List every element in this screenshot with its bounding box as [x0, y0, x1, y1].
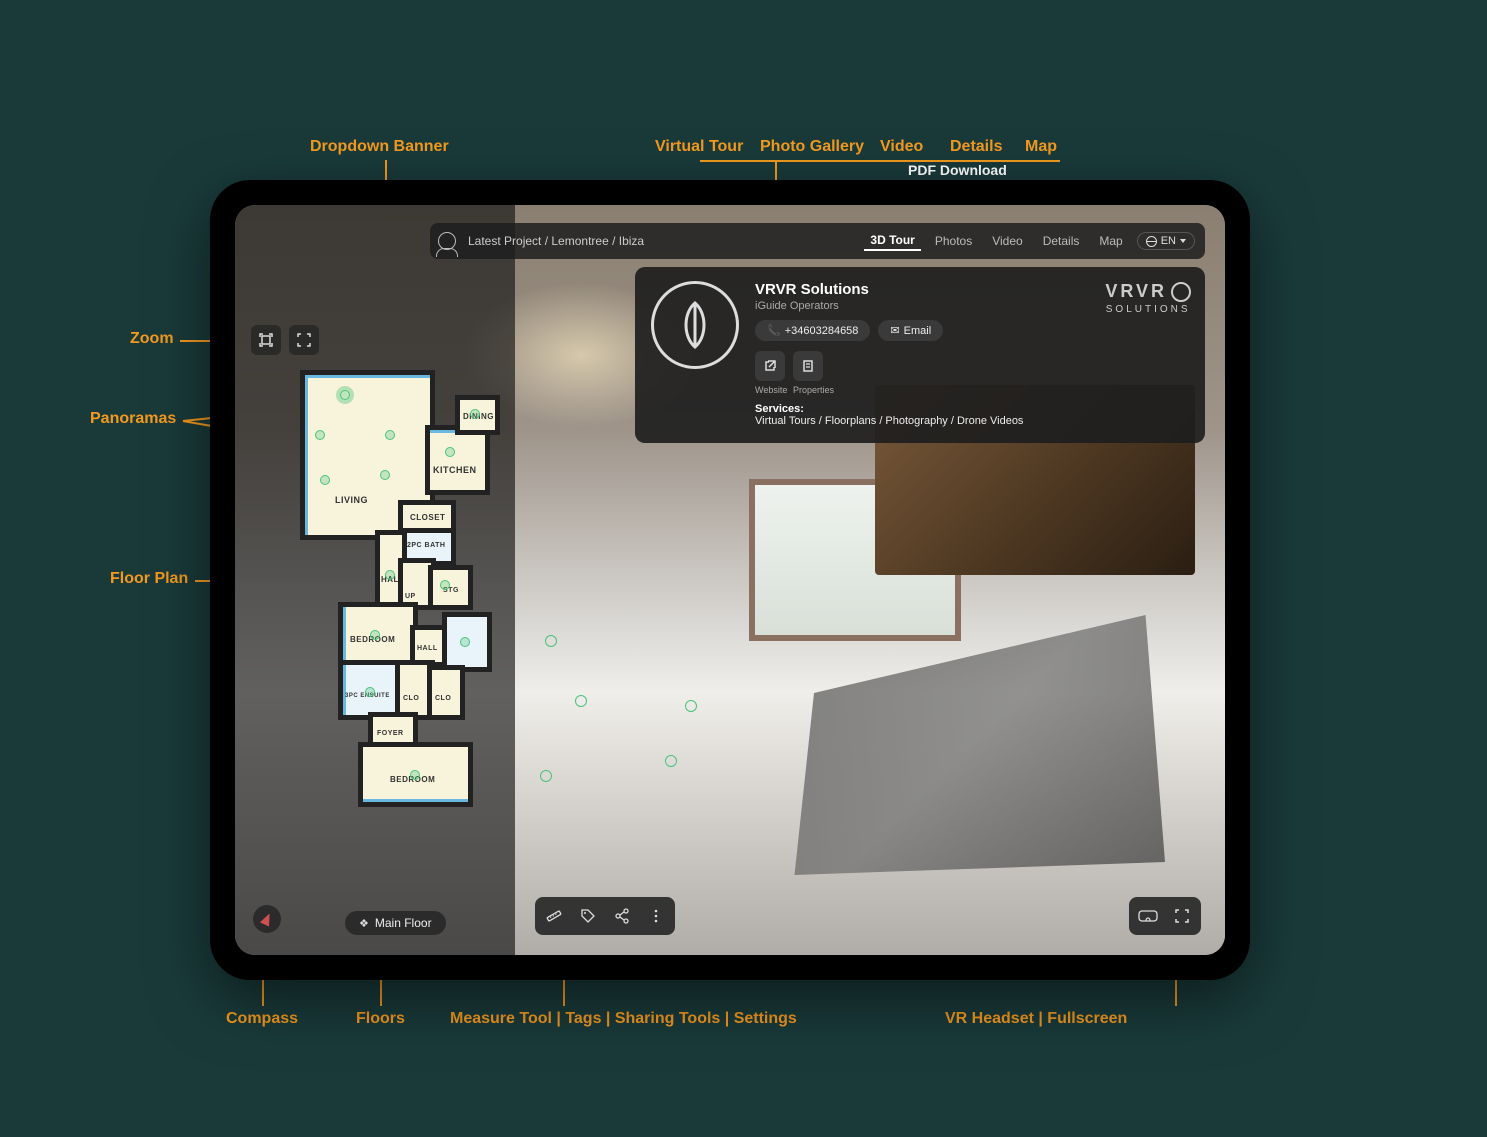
- tab-3d-tour[interactable]: 3D Tour: [864, 231, 920, 251]
- panorama-hotspot[interactable]: [685, 700, 697, 712]
- anno-line: [700, 160, 1060, 162]
- dropdown-banner: VRVR Solutions iGuide Operators 📞 +34603…: [635, 267, 1205, 443]
- right-toolbar: [1129, 897, 1201, 935]
- panorama-hotspot[interactable]: [665, 755, 677, 767]
- panorama-dot[interactable]: [320, 475, 330, 485]
- room-label-clo: CLO: [403, 695, 419, 702]
- brand-circle-icon: [1171, 282, 1191, 302]
- banner-title: VRVR Solutions: [755, 281, 1089, 298]
- panorama-dot[interactable]: [440, 580, 450, 590]
- anno-photo-gallery: Photo Gallery: [760, 138, 864, 156]
- panorama-dot[interactable]: [470, 409, 480, 419]
- anno-floor-plan: Floor Plan: [110, 570, 188, 588]
- floor-selector[interactable]: Main Floor: [345, 911, 446, 935]
- vr-headset-button[interactable]: [1133, 901, 1163, 931]
- panorama-hotspot[interactable]: [540, 770, 552, 782]
- fullscreen-button[interactable]: [1167, 901, 1197, 931]
- tab-photos[interactable]: Photos: [929, 232, 978, 250]
- measure-tool-button[interactable]: [539, 901, 569, 931]
- tab-video[interactable]: Video: [986, 232, 1028, 250]
- anno-panoramas: Panoramas: [90, 410, 176, 428]
- phone-button[interactable]: 📞 +34603284658: [755, 320, 870, 341]
- anno-vr-fullscreen: VR Headset | Fullscreen: [945, 1010, 1127, 1028]
- tab-map[interactable]: Map: [1093, 232, 1128, 250]
- anno-compass: Compass: [226, 1010, 298, 1028]
- panorama-dot[interactable]: [460, 637, 470, 647]
- anno-details: Details: [950, 138, 1002, 156]
- user-icon[interactable]: [438, 232, 456, 250]
- room-label-kitchen: KITCHEN: [433, 465, 477, 475]
- language-selector[interactable]: EN: [1137, 232, 1195, 250]
- room-label-foyer: FOYER: [377, 730, 404, 737]
- anno-video: Video: [880, 138, 923, 156]
- banner-subtitle: iGuide Operators: [755, 300, 1089, 312]
- room-label-closet: CLOSET: [410, 513, 445, 522]
- website-button[interactable]: [755, 351, 785, 381]
- tablet-frame: LIVING KITCHEN DINING CLOSET 2PC BATH HA…: [210, 180, 1250, 980]
- settings-button[interactable]: [641, 901, 671, 931]
- services-text: Services: Virtual Tours / Floorplans / P…: [755, 403, 1089, 427]
- anno-bottom-tools: Measure Tool | Tags | Sharing Tools | Se…: [450, 1010, 797, 1028]
- bottom-toolbar: [535, 897, 675, 935]
- floor-selector-label: Main Floor: [375, 916, 432, 930]
- layers-icon: [359, 916, 369, 930]
- globe-icon: [1146, 236, 1157, 247]
- company-logo: [651, 281, 739, 369]
- panorama-hotspot[interactable]: [545, 635, 557, 647]
- zoom-fit-button[interactable]: [251, 325, 281, 355]
- panorama-dot[interactable]: [340, 390, 350, 400]
- properties-label: Properties: [793, 385, 823, 395]
- anno-map: Map: [1025, 138, 1057, 156]
- compass[interactable]: [253, 905, 281, 933]
- email-icon: ✉: [890, 324, 899, 337]
- properties-button[interactable]: [793, 351, 823, 381]
- email-button[interactable]: ✉ Email: [878, 320, 943, 341]
- brand-mark: VRVR SOLUTIONS: [1105, 281, 1191, 427]
- room-label-up: UP: [405, 593, 416, 600]
- room-label-clo2: CLO: [435, 695, 451, 702]
- panorama-dot[interactable]: [445, 447, 455, 457]
- zoom-expand-button[interactable]: [289, 325, 319, 355]
- panorama-dot[interactable]: [410, 770, 420, 780]
- room-label-living: LIVING: [335, 495, 368, 505]
- panorama-dot[interactable]: [370, 630, 380, 640]
- panorama-dot[interactable]: [365, 687, 375, 697]
- website-label: Website: [755, 385, 785, 395]
- floorplan-panel: LIVING KITCHEN DINING CLOSET 2PC BATH HA…: [235, 205, 515, 955]
- anno-pdf-download: PDF Download: [908, 162, 1007, 178]
- share-button[interactable]: [607, 901, 637, 931]
- room-label-hall2: HALL: [417, 645, 438, 652]
- breadcrumb[interactable]: Latest Project / Lemontree / Ibiza: [468, 234, 856, 248]
- phone-label: +34603284658: [785, 325, 859, 337]
- language-label: EN: [1161, 235, 1176, 247]
- zoom-controls: [251, 325, 319, 355]
- anno-floors: Floors: [356, 1010, 405, 1028]
- room-label-bath: 2PC BATH: [407, 542, 445, 549]
- anno-virtual-tour: Virtual Tour: [655, 138, 743, 156]
- anno-zoom: Zoom: [130, 330, 174, 348]
- email-label: Email: [904, 325, 932, 337]
- phone-icon: 📞: [767, 324, 781, 337]
- tags-button[interactable]: [573, 901, 603, 931]
- panorama-dot[interactable]: [385, 570, 395, 580]
- anno-dropdown-banner: Dropdown Banner: [310, 138, 449, 156]
- panorama-hotspot[interactable]: [575, 695, 587, 707]
- panorama-dot[interactable]: [315, 430, 325, 440]
- floorplan[interactable]: LIVING KITCHEN DINING CLOSET 2PC BATH HA…: [285, 375, 495, 805]
- tab-details[interactable]: Details: [1037, 232, 1086, 250]
- tablet-screen: LIVING KITCHEN DINING CLOSET 2PC BATH HA…: [235, 205, 1225, 955]
- panorama-dot[interactable]: [385, 430, 395, 440]
- chevron-down-icon: [1180, 239, 1186, 243]
- topbar: Latest Project / Lemontree / Ibiza 3D To…: [430, 223, 1205, 259]
- panorama-dot[interactable]: [380, 470, 390, 480]
